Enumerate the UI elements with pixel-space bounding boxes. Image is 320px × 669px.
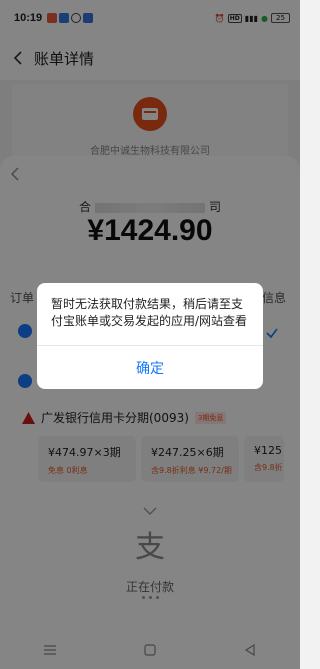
- dialog-message: 暂时无法获取付款结果，稍后请至支付宝账单或交易发起的应用/网站查看: [51, 297, 248, 328]
- payment-result-dialog: 暂时无法获取付款结果，稍后请至支付宝账单或交易发起的应用/网站查看 确定: [37, 283, 263, 389]
- confirm-button[interactable]: 确定: [37, 346, 263, 389]
